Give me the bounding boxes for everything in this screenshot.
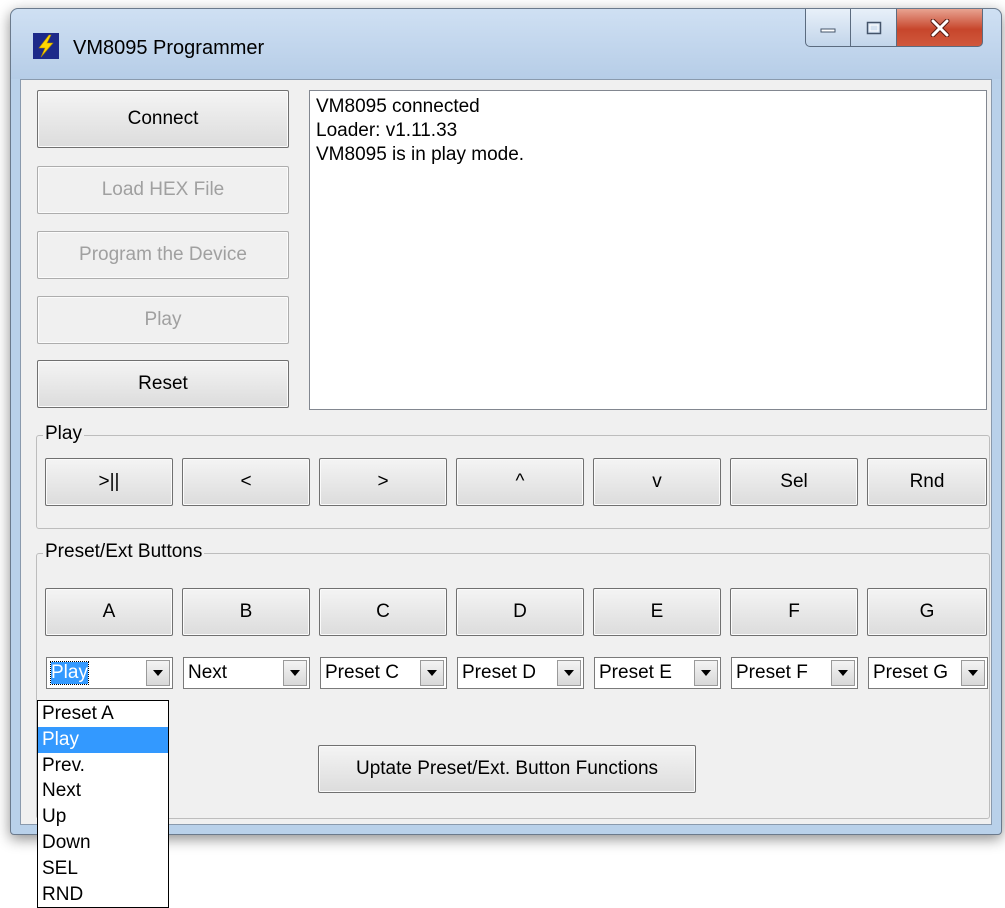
minimize-icon — [820, 28, 836, 32]
lightning-bolt-icon — [33, 33, 59, 59]
chevron-down-icon[interactable] — [831, 660, 855, 686]
play-button[interactable]: Play — [37, 296, 289, 344]
close-button[interactable] — [897, 9, 983, 47]
update-functions-button[interactable]: Uptate Preset/Ext. Button Functions — [318, 745, 696, 793]
chevron-down-icon[interactable] — [557, 660, 581, 686]
maximize-button[interactable] — [851, 9, 897, 47]
combo-a-dropdown-list[interactable]: Preset A Play Prev. Next Up Down SEL RND — [37, 700, 169, 908]
play-group-label: Play — [43, 423, 84, 445]
combo-e[interactable]: Preset E — [594, 657, 721, 689]
down-button[interactable]: v — [593, 458, 721, 506]
status-log[interactable]: VM8095 connected Loader: v1.11.33 VM8095… — [309, 90, 987, 410]
maximize-icon — [866, 21, 881, 34]
close-icon — [930, 18, 949, 37]
combo-g-value: Preset G — [873, 662, 948, 683]
next-button[interactable]: > — [319, 458, 447, 506]
title-bar[interactable]: VM8095 Programmer — [11, 9, 1001, 79]
reset-button[interactable]: Reset — [37, 360, 289, 408]
combo-d-value: Preset D — [462, 662, 536, 683]
preset-button-f[interactable]: F — [730, 588, 858, 636]
preset-button-b[interactable]: B — [182, 588, 310, 636]
minimize-button[interactable] — [805, 9, 851, 47]
dropdown-option[interactable]: Down — [38, 830, 168, 856]
sel-button[interactable]: Sel — [730, 458, 858, 506]
chevron-down-icon[interactable] — [694, 660, 718, 686]
combo-c[interactable]: Preset C — [320, 657, 447, 689]
dropdown-option[interactable]: Next — [38, 778, 168, 804]
combo-e-value: Preset E — [599, 662, 672, 683]
play-pause-button[interactable]: >|| — [45, 458, 173, 506]
dropdown-option-highlighted[interactable]: Play — [38, 726, 168, 753]
preset-button-a[interactable]: A — [45, 588, 173, 636]
dropdown-option[interactable]: RND — [38, 882, 168, 908]
combo-d[interactable]: Preset D — [457, 657, 584, 689]
dropdown-option[interactable]: Prev. — [38, 753, 168, 779]
up-button[interactable]: ^ — [456, 458, 584, 506]
chevron-down-icon[interactable] — [283, 660, 307, 686]
combo-c-value: Preset C — [325, 662, 399, 683]
chevron-down-icon[interactable] — [420, 660, 444, 686]
preset-button-e[interactable]: E — [593, 588, 721, 636]
dropdown-option[interactable]: Preset A — [38, 701, 168, 727]
combo-f[interactable]: Preset F — [731, 657, 858, 689]
combo-f-value: Preset F — [736, 662, 808, 683]
combo-g[interactable]: Preset G — [868, 657, 988, 689]
preset-button-g[interactable]: G — [867, 588, 987, 636]
previous-button[interactable]: < — [182, 458, 310, 506]
combo-a-value: Play — [50, 661, 89, 685]
connect-button[interactable]: Connect — [37, 90, 289, 148]
program-device-button[interactable]: Program the Device — [37, 231, 289, 279]
load-hex-button[interactable]: Load HEX File — [37, 166, 289, 214]
rnd-button[interactable]: Rnd — [867, 458, 987, 506]
preset-button-c[interactable]: C — [319, 588, 447, 636]
preset-button-d[interactable]: D — [456, 588, 584, 636]
preset-group-label: Preset/Ext Buttons — [43, 541, 205, 563]
chevron-down-icon[interactable] — [146, 660, 170, 686]
combo-b[interactable]: Next — [183, 657, 310, 689]
dropdown-option[interactable]: SEL — [38, 856, 168, 882]
combo-a[interactable]: Play — [46, 657, 173, 689]
chevron-down-icon[interactable] — [961, 660, 985, 686]
dropdown-option[interactable]: Up — [38, 804, 168, 830]
combo-b-value: Next — [188, 662, 228, 683]
window-title: VM8095 Programmer — [73, 37, 265, 59]
